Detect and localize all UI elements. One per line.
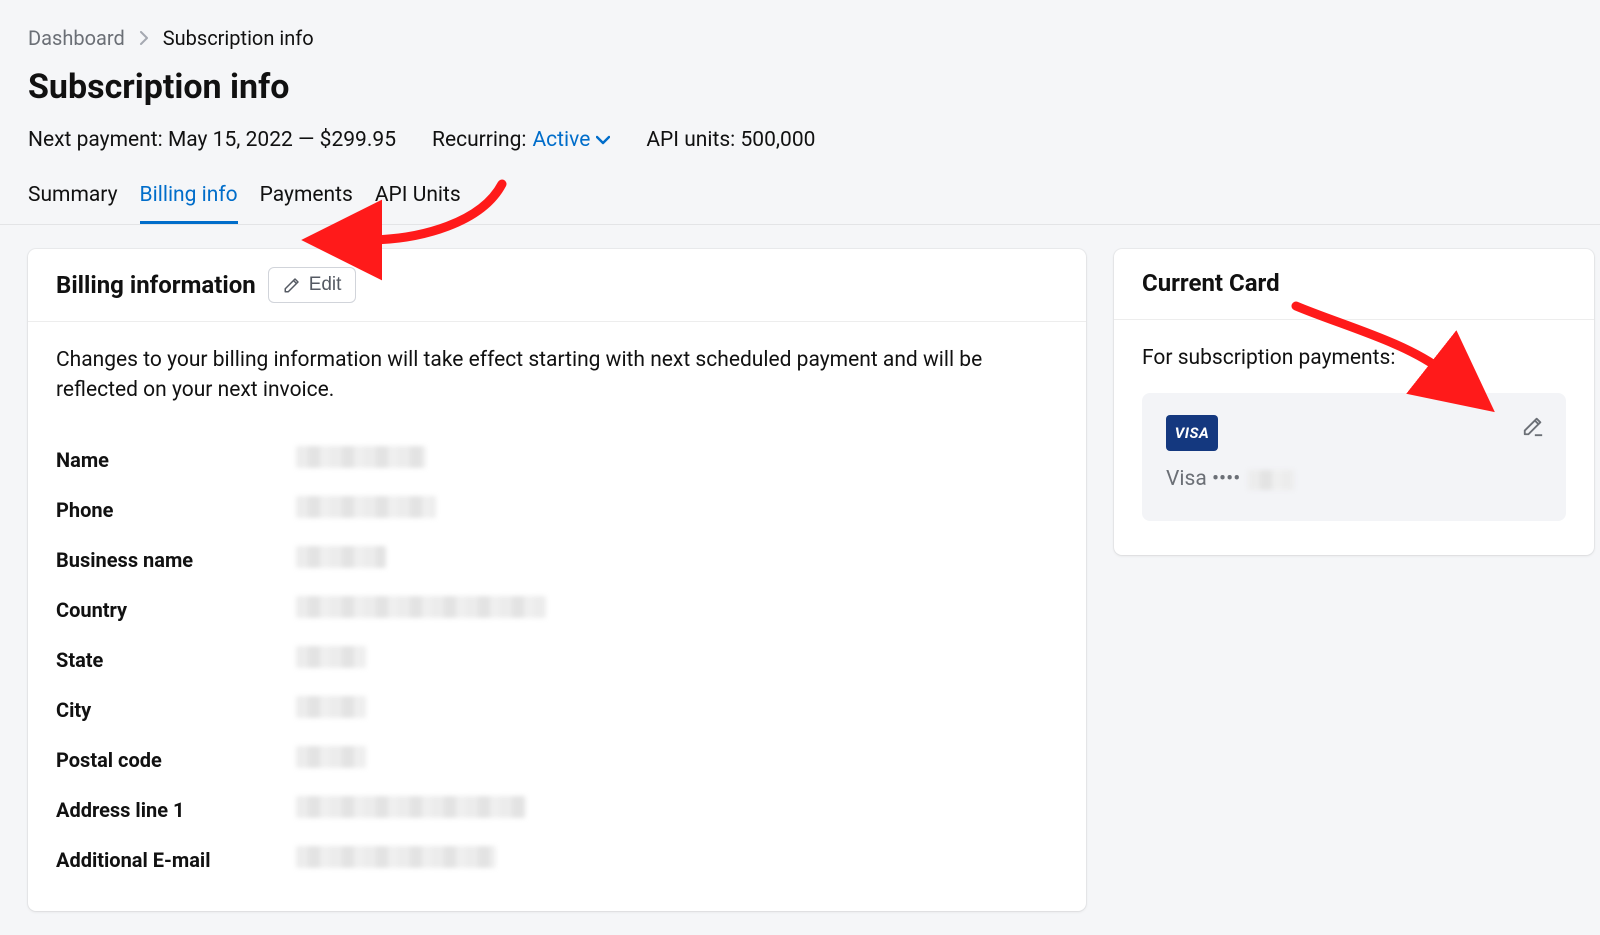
breadcrumb: Dashboard Subscription info: [28, 24, 1572, 52]
field-address1: Address line 1: [56, 785, 1058, 835]
edit-billing-button[interactable]: Edit: [268, 267, 357, 303]
blurred-value: [296, 846, 496, 868]
pencil-icon: [1522, 415, 1544, 437]
tab-billing-info[interactable]: Billing info: [140, 181, 238, 224]
field-city: City: [56, 685, 1058, 735]
tab-api-units[interactable]: API Units: [375, 181, 461, 224]
tab-summary[interactable]: Summary: [28, 181, 118, 224]
subscription-info-line: Next payment: May 15, 2022 — $299.95 Rec…: [28, 126, 1572, 155]
page-title: Subscription info: [28, 64, 1572, 112]
field-phone: Phone: [56, 485, 1058, 535]
blurred-value: [296, 496, 436, 518]
blurred-value: [296, 596, 546, 618]
card-brand-badge: VISA: [1166, 415, 1218, 451]
blurred-value: [296, 546, 386, 568]
recurring-dropdown[interactable]: Active: [532, 126, 610, 155]
field-postal: Postal code: [56, 735, 1058, 785]
blurred-value: [296, 696, 366, 718]
api-units: API units: 500,000: [646, 126, 815, 155]
payment-card-box: VISA Visa ••••: [1142, 393, 1566, 520]
current-card-title: Current Card: [1142, 267, 1280, 301]
blurred-value: [296, 746, 366, 768]
breadcrumb-dashboard[interactable]: Dashboard: [28, 24, 125, 52]
field-name: Name: [56, 435, 1058, 485]
field-country: Country: [56, 585, 1058, 635]
tab-payments[interactable]: Payments: [260, 181, 353, 224]
field-state: State: [56, 635, 1058, 685]
next-payment: Next payment: May 15, 2022 — $299.95: [28, 126, 396, 155]
field-business: Business name: [56, 535, 1058, 585]
chevron-right-icon: [139, 31, 149, 45]
billing-info-card: Billing information Edit Changes to your…: [28, 249, 1086, 911]
pencil-icon: [283, 276, 301, 294]
blurred-value: [1248, 470, 1294, 490]
chevron-down-icon: [596, 135, 610, 145]
edit-card-button[interactable]: [1522, 415, 1544, 444]
breadcrumb-current: Subscription info: [163, 24, 314, 52]
blurred-value: [296, 796, 526, 818]
billing-info-title: Billing information: [56, 269, 256, 303]
billing-info-description: Changes to your billing information will…: [56, 346, 996, 405]
current-card-subtitle: For subscription payments:: [1142, 344, 1566, 373]
recurring-status: Recurring: Active: [432, 126, 610, 155]
current-card-panel: Current Card For subscription payments: …: [1114, 249, 1594, 554]
field-additional-email: Additional E-mail: [56, 835, 1058, 885]
tabs: Summary Billing info Payments API Units: [0, 181, 1600, 225]
blurred-value: [296, 446, 426, 468]
blurred-value: [296, 646, 366, 668]
card-masked-number: Visa ••••: [1166, 465, 1240, 494]
